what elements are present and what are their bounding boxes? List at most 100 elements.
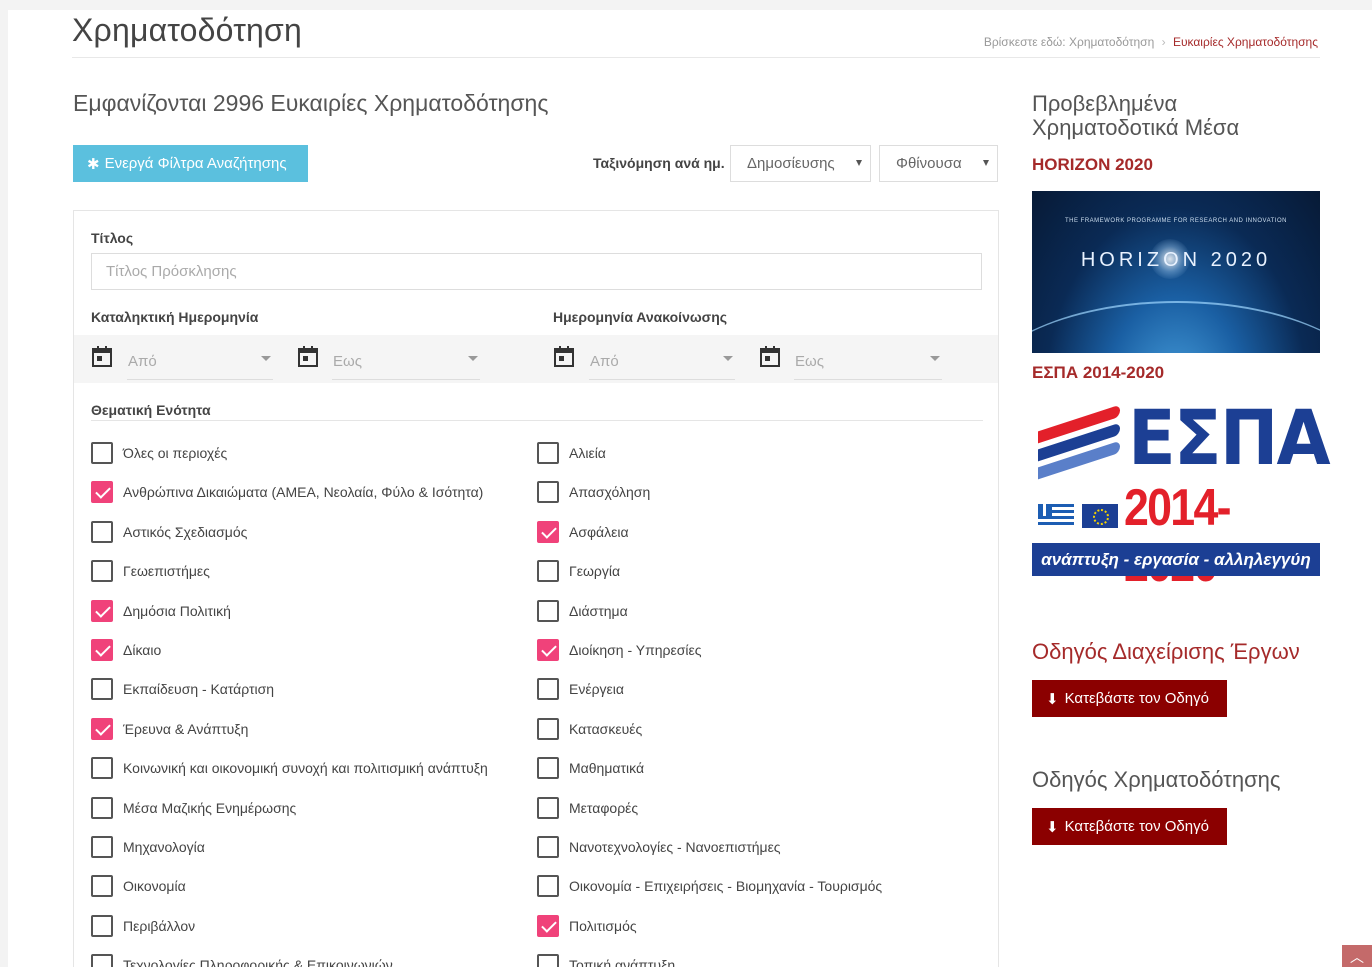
breadcrumb: Βρίσκεστε εδώ: Χρηματοδότηση › Ευκαιρίες… [984,35,1318,49]
theme-checkbox-item[interactable]: Διοίκηση - Υπηρεσίες [537,639,702,661]
breadcrumb-separator-icon: › [1161,35,1166,49]
theme-checkbox-item[interactable]: Ενέργεια [537,678,624,701]
checkbox-unchecked-icon[interactable] [537,481,559,504]
theme-checkbox-label: Δημόσια Πολιτική [123,602,231,619]
theme-checkbox-item[interactable]: Εκπαίδευση - Κατάρτιση [91,678,274,701]
gear-icon: ✱ [87,155,100,173]
checkbox-unchecked-icon[interactable] [537,442,559,464]
theme-divider [91,420,983,421]
deadline-to-field[interactable]: Εως [332,350,480,380]
breadcrumb-link-funding[interactable]: Χρηματοδότηση [1069,35,1154,49]
funding-guide-title: Οδηγός Χρηματοδότησης [1032,767,1281,792]
checkbox-checked-icon[interactable] [91,639,113,661]
checkbox-unchecked-icon[interactable] [537,796,559,819]
theme-checkbox-item[interactable]: Απασχόληση [537,481,650,504]
theme-checkbox-label: Κατασκευές [569,720,643,737]
checkbox-unchecked-icon[interactable] [91,520,113,543]
checkbox-unchecked-icon[interactable] [537,678,559,701]
checkbox-unchecked-icon[interactable] [537,875,559,898]
checkbox-checked-icon[interactable] [537,520,559,543]
checkbox-checked-icon[interactable] [91,599,113,622]
checkbox-checked-icon[interactable] [91,481,113,504]
theme-checkbox-item[interactable]: Οικονομία [91,875,186,898]
checkbox-unchecked-icon[interactable] [537,560,559,583]
checkbox-checked-icon[interactable] [537,914,559,937]
theme-checkbox-item[interactable]: Ανθρώπινα Δικαιώματα (ΑΜΕΑ, Νεολαία, Φύλ… [91,481,483,504]
theme-checkbox-item[interactable]: Μηχανολογία [91,836,205,858]
espa-link[interactable]: ΕΣΠΑ 2014-2020 [1032,363,1164,383]
theme-checkbox-item[interactable]: Αστικός Σχεδιασμός [91,520,247,543]
horizon-2020-link[interactable]: HORIZON 2020 [1032,155,1153,175]
theme-checkbox-item[interactable]: Δίκαιο [91,639,161,661]
theme-checkbox-item[interactable]: Γεωεπιστήμες [91,560,210,583]
calendar-icon[interactable] [554,345,574,367]
theme-checkbox-item[interactable]: Νανοτεχνολογίες - Νανοεπιστήμες [537,836,781,858]
theme-checkbox-item[interactable]: Μαθηματικά [537,757,644,780]
sort-order-select[interactable]: Φθίνουσα [879,145,998,182]
earth-horizon-graphic [1032,301,1320,353]
theme-checkbox-item[interactable]: Ασφάλεια [537,520,629,543]
announcement-to-field[interactable]: Εως [794,350,942,380]
theme-checkbox-item[interactable]: Κοινωνική και οικονομική συνοχή και πολι… [91,757,488,780]
breadcrumb-current: Ευκαιρίες Χρηματοδότησης [1172,35,1318,49]
checkbox-unchecked-icon[interactable] [91,757,113,780]
theme-checkbox-label: Νανοτεχνολογίες - Νανοεπιστήμες [569,839,781,855]
featured-title-line1: Προβεβλημένα [1032,91,1178,116]
theme-checkbox-item[interactable]: Μεταφορές [537,796,638,819]
deadline-to-placeholder: Εως [333,353,362,370]
sort-order-value: Φθίνουσα [896,155,962,172]
checkbox-unchecked-icon[interactable] [91,836,113,858]
deadline-label: Καταληκτική Ημερομηνία [91,309,259,325]
checkbox-unchecked-icon[interactable] [537,717,559,740]
download-project-guide-button[interactable]: ⬇ Κατεβάστε τον Οδηγό [1032,680,1227,717]
theme-checkbox-label: Έρευνα & Ανάπτυξη [123,720,249,737]
checkbox-unchecked-icon[interactable] [91,560,113,583]
theme-checkbox-item[interactable]: Δημόσια Πολιτική [91,599,231,622]
scroll-to-top-button[interactable]: ︿ [1342,945,1372,967]
theme-checkbox-item[interactable]: Τοπική ανάπτυξη [537,954,675,967]
caret-down-icon [261,356,271,361]
deadline-from-field[interactable]: Από [127,350,273,380]
theme-checkbox-item[interactable]: Έρευνα & Ανάπτυξη [91,717,249,740]
checkbox-unchecked-icon[interactable] [91,954,113,967]
checkbox-checked-icon[interactable] [537,639,559,661]
calendar-icon[interactable] [92,345,112,367]
theme-checkbox-item[interactable]: Οικονομία - Επιχειρήσεις - Βιομηχανία - … [537,875,883,898]
theme-checkbox-item[interactable]: Περιβάλλον [91,914,195,937]
theme-checkbox-item[interactable]: Αλιεία [537,442,606,464]
checkbox-unchecked-icon[interactable] [91,914,113,937]
checkbox-unchecked-icon[interactable] [537,599,559,622]
theme-checkbox-item[interactable]: Διάστημα [537,599,628,622]
checkbox-unchecked-icon[interactable] [537,836,559,858]
calendar-icon[interactable] [298,345,318,367]
espa-banner[interactable]: ΕΣΠΑ 2014-2020 ανάπτυξη - εργασία - αλλη… [1032,400,1331,592]
theme-checkbox-item[interactable]: Κατασκευές [537,717,643,740]
active-filters-label: Ενεργά Φίλτρα Αναζήτησης [104,155,287,172]
announcement-from-field[interactable]: Από [589,350,735,380]
horizon-2020-banner[interactable]: THE FRAMEWORK PROGRAMME FOR RESEARCH AND… [1032,191,1320,353]
theme-checkbox-label: Ασφάλεια [569,523,629,540]
checkbox-unchecked-icon[interactable] [91,678,113,701]
title-input[interactable]: Τίτλος Πρόσκλησης [91,253,982,290]
checkbox-unchecked-icon[interactable] [537,757,559,780]
checkbox-unchecked-icon[interactable] [537,954,559,967]
theme-checkbox-item[interactable]: Γεωργία [537,560,620,583]
eu-flag-icon [1082,504,1118,528]
download-funding-guide-button[interactable]: ⬇ Κατεβάστε τον Οδηγό [1032,808,1227,845]
sort-field-select[interactable]: Δημοσίευσης [730,145,871,182]
checkbox-checked-icon[interactable] [91,717,113,740]
caret-down-icon [856,160,862,166]
theme-checkbox-item[interactable]: Πολιτισμός [537,914,637,937]
checkbox-unchecked-icon[interactable] [91,796,113,819]
active-filters-button[interactable]: ✱ Ενεργά Φίλτρα Αναζήτησης [73,145,308,182]
checkbox-unchecked-icon[interactable] [91,442,113,464]
theme-checkbox-label: Οικονομία - Επιχειρήσεις - Βιομηχανία - … [569,878,883,895]
espa-logo-text: ΕΣΠΑ [1128,393,1331,482]
theme-checkbox-item[interactable]: Όλες οι περιοχές [91,442,227,464]
theme-checkbox-label: Διάστημα [569,602,628,619]
checkbox-unchecked-icon[interactable] [91,875,113,898]
calendar-icon[interactable] [760,345,780,367]
theme-checkbox-item[interactable]: Μέσα Μαζικής Ενημέρωσης [91,796,296,819]
theme-checkbox-label: Όλες οι περιοχές [123,445,228,461]
theme-checkbox-item[interactable]: Τεχνολογίες Πληροφορικής & Επικοινωνιών [91,954,393,967]
